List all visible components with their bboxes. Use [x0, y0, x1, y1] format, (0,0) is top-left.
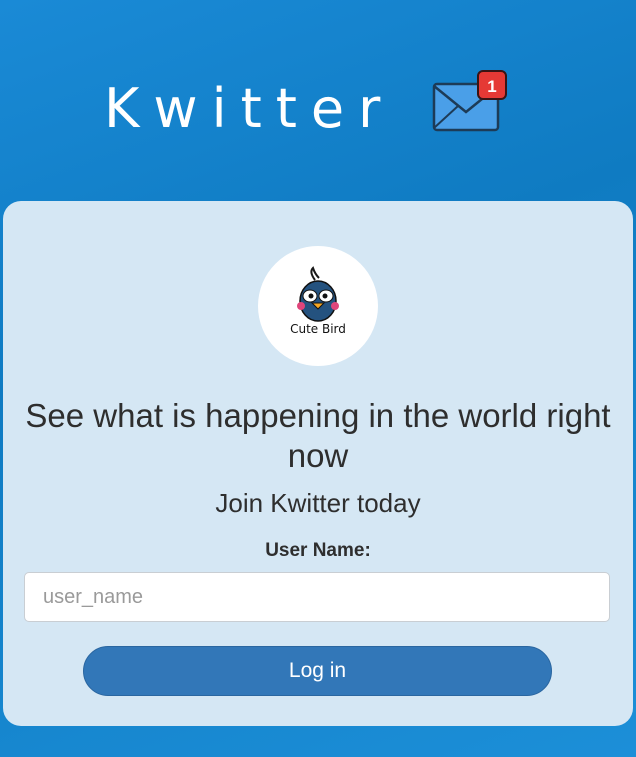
username-label: User Name: — [265, 540, 371, 561]
notification-badge: 1 — [477, 70, 507, 100]
login-card: Cute Bird See what is happening in the w… — [3, 201, 633, 726]
login-button[interactable]: Log in — [83, 646, 552, 696]
subheadline: Join Kwitter today — [215, 488, 421, 518]
username-input[interactable] — [24, 572, 610, 622]
brand-title: Kwitter — [104, 77, 395, 140]
bird-icon — [297, 266, 339, 322]
logo: Cute Bird — [258, 246, 378, 366]
headline: See what is happening in the world right… — [25, 397, 611, 474]
logo-text: Cute Bird — [290, 322, 346, 336]
